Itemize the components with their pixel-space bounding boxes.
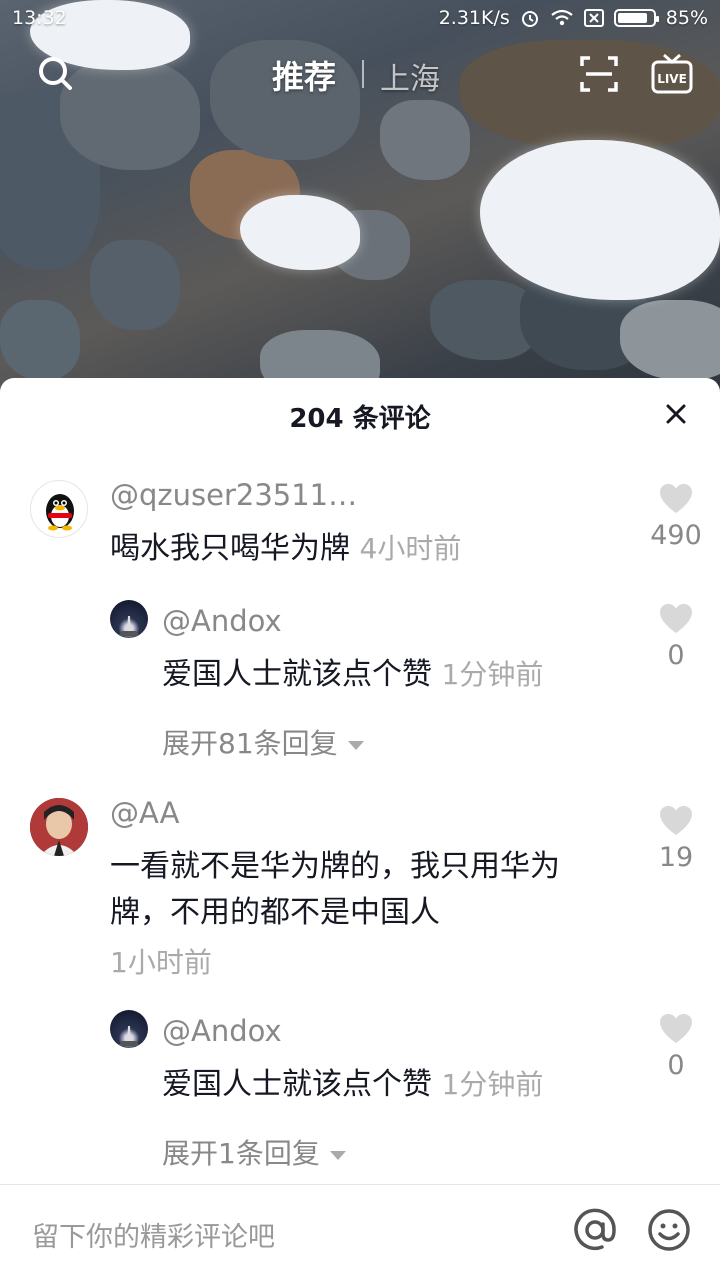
expand-replies-label: 展开81条回复 bbox=[162, 727, 338, 760]
snow-patch bbox=[240, 195, 360, 270]
reply-time: 1分钟前 bbox=[441, 1068, 544, 1101]
heart-icon bbox=[660, 1014, 692, 1043]
reply-text: 爱国人士就该点个赞 1分钟前 bbox=[162, 652, 622, 698]
caret-down-icon bbox=[329, 1150, 346, 1160]
comment-username[interactable]: @qzuser23511… bbox=[110, 478, 357, 512]
status-time: 13:32 bbox=[12, 7, 67, 29]
rock bbox=[90, 240, 180, 330]
status-bar: 13:32 2.31K/s 85% bbox=[0, 0, 720, 36]
reply-text: 爱国人士就该点个赞 1分钟前 bbox=[162, 1062, 622, 1108]
expand-replies-button[interactable]: 展开81条回复 bbox=[162, 722, 364, 762]
comment-text: 喝水我只喝华为牌 4小时前 bbox=[110, 526, 630, 572]
snow-patch bbox=[480, 140, 720, 300]
avatar[interactable] bbox=[30, 480, 88, 538]
sim-icon bbox=[583, 9, 604, 27]
close-icon[interactable] bbox=[662, 400, 690, 428]
like-button[interactable]: 19 bbox=[646, 806, 706, 873]
top-nav: 推荐 上海 LIVE bbox=[0, 46, 720, 102]
like-count: 490 bbox=[650, 520, 702, 551]
heart-icon bbox=[660, 484, 692, 513]
tab-divider bbox=[362, 60, 364, 88]
emoji-icon[interactable] bbox=[646, 1207, 692, 1253]
status-battery: 85% bbox=[665, 7, 708, 29]
search-icon[interactable] bbox=[36, 54, 74, 92]
battery-icon bbox=[613, 9, 659, 27]
expand-replies-label: 展开1条回复 bbox=[162, 1137, 320, 1170]
comment-input-bar: 留下你的精彩评论吧 bbox=[0, 1184, 720, 1280]
reply-username[interactable]: @Andox bbox=[162, 1014, 282, 1048]
comment-body: 喝水我只喝华为牌 bbox=[110, 531, 350, 566]
comment-time: 4小时前 bbox=[359, 532, 462, 565]
comment-body: 一看就不是华为牌的，我只用华为牌，不用的都不是中国人 bbox=[110, 849, 560, 930]
wifi-icon bbox=[551, 9, 573, 26]
at-icon[interactable] bbox=[572, 1207, 618, 1253]
scan-icon[interactable] bbox=[580, 56, 618, 92]
reply-username[interactable]: @Andox bbox=[162, 604, 282, 638]
night-avatar-icon bbox=[118, 1026, 140, 1046]
like-button[interactable]: 0 bbox=[646, 604, 706, 671]
alarm-icon bbox=[521, 11, 538, 27]
tab-recommend[interactable]: 推荐 bbox=[272, 52, 336, 98]
avatar[interactable] bbox=[110, 600, 148, 638]
reply-body: 爱国人士就该点个赞 bbox=[162, 657, 432, 692]
caret-down-icon bbox=[347, 740, 364, 750]
comments-sheet: 204 条评论 @qzuser23511… 喝水我只喝华为牌 4小时前 490 … bbox=[0, 378, 720, 1280]
like-button[interactable]: 490 bbox=[646, 484, 706, 551]
comments-count-title: 204 条评论 bbox=[289, 404, 431, 434]
heart-icon bbox=[660, 604, 692, 633]
svg-text:LIVE: LIVE bbox=[657, 72, 687, 86]
like-count: 0 bbox=[667, 640, 685, 671]
rock bbox=[620, 300, 720, 380]
like-count: 19 bbox=[658, 842, 694, 873]
comment-text: 一看就不是华为牌的，我只用华为牌，不用的都不是中国人 1小时前 bbox=[110, 844, 590, 986]
tab-city[interactable]: 上海 bbox=[380, 54, 440, 98]
character-avatar-icon bbox=[30, 798, 88, 856]
expand-replies-button[interactable]: 展开1条回复 bbox=[162, 1132, 346, 1172]
rock bbox=[0, 300, 80, 380]
avatar[interactable] bbox=[30, 798, 88, 856]
comment-username[interactable]: @AA bbox=[110, 796, 179, 830]
reply-body: 爱国人士就该点个赞 bbox=[162, 1067, 432, 1102]
status-net-speed: 2.31K/s bbox=[438, 7, 510, 29]
rock bbox=[380, 100, 470, 180]
night-avatar-icon bbox=[118, 616, 140, 636]
comment-input[interactable]: 留下你的精彩评论吧 bbox=[32, 1215, 275, 1254]
avatar[interactable] bbox=[110, 1010, 148, 1048]
penguin-avatar-icon bbox=[46, 494, 74, 531]
heart-icon bbox=[660, 806, 692, 835]
comment-time: 1小时前 bbox=[110, 946, 212, 979]
live-icon[interactable]: LIVE bbox=[650, 52, 694, 96]
reply-time: 1分钟前 bbox=[441, 658, 544, 691]
like-button[interactable]: 0 bbox=[646, 1014, 706, 1081]
like-count: 0 bbox=[667, 1050, 685, 1081]
